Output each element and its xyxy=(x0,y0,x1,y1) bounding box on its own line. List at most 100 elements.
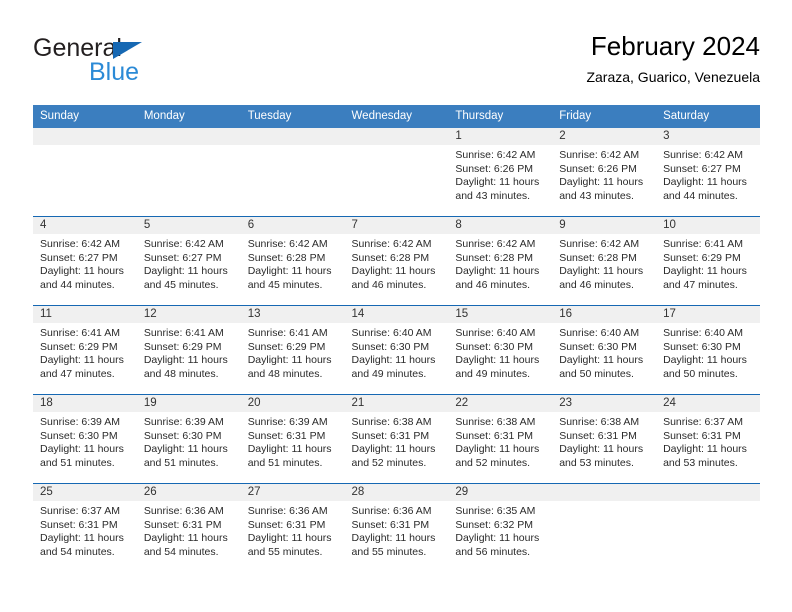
day-cell[interactable] xyxy=(552,483,657,572)
day-number xyxy=(656,484,760,501)
day-cell[interactable] xyxy=(240,128,345,217)
day-number xyxy=(33,128,137,145)
daylight-text-line1: Daylight: 11 hours xyxy=(455,532,540,545)
day-number: 19 xyxy=(136,395,241,412)
day-cell[interactable]: 29 Sunrise: 6:35 AM Sunset: 6:32 PM Dayligh… xyxy=(448,483,553,572)
sunset-text: Sunset: 6:29 PM xyxy=(143,340,222,353)
day-cell[interactable]: 9 Sunrise: 6:42 AM Sunset: 6:28 PM Daylight… xyxy=(552,216,657,306)
day-cell[interactable]: 6 Sunrise: 6:42 AM Sunset: 6:28 PM Daylight… xyxy=(240,216,345,306)
day-cell[interactable]: 26 Sunrise: 6:36 AM Sunset: 6:31 PM Dayligh… xyxy=(136,483,241,572)
day-cell[interactable]: 24 Sunrise: 6:37 AM Sunset: 6:31 PM Dayligh… xyxy=(656,394,760,484)
day-cell[interactable]: 3 Sunrise: 6:42 AM Sunset: 6:27 PM Daylight… xyxy=(656,128,760,217)
sunrise-text: Sunrise: 6:40 AM xyxy=(559,327,640,339)
daylight-text-line1: Daylight: 11 hours xyxy=(455,354,540,367)
day-number: 29 xyxy=(448,484,553,501)
sunset-text: Sunset: 6:27 PM xyxy=(40,251,118,264)
daylight-text-line1: Daylight: 11 hours xyxy=(40,354,124,367)
sunset-text: Sunset: 6:28 PM xyxy=(247,251,326,264)
day-cell[interactable]: 15 Sunrise: 6:40 AM Sunset: 6:30 PM Dayligh… xyxy=(448,305,553,395)
sunset-text: Sunset: 6:31 PM xyxy=(40,518,118,531)
day-cell[interactable]: 2 Sunrise: 6:42 AM Sunset: 6:26 PM Daylight… xyxy=(552,128,657,217)
daylight-text-line2: and 46 minutes. xyxy=(559,278,634,291)
daylight-text-line1: Daylight: 11 hours xyxy=(559,265,644,278)
day-cell[interactable]: 10 Sunrise: 6:41 AM Sunset: 6:29 PM Dayligh… xyxy=(656,216,760,306)
daylight-text-line2: and 44 minutes. xyxy=(663,189,738,202)
day-cell[interactable]: 27 Sunrise: 6:36 AM Sunset: 6:31 PM Dayligh… xyxy=(240,483,345,572)
sunset-text: Sunset: 6:29 PM xyxy=(247,340,326,353)
day-number: 28 xyxy=(344,484,449,501)
daylight-text-line1: Daylight: 11 hours xyxy=(247,443,332,456)
daylight-text-line2: and 54 minutes. xyxy=(143,545,219,558)
day-cell[interactable]: 19 Sunrise: 6:39 AM Sunset: 6:30 PM Dayligh… xyxy=(136,394,241,484)
general-blue-logo[interactable]: General Blue xyxy=(33,34,253,90)
sunset-text: Sunset: 6:26 PM xyxy=(455,162,534,175)
day-cell[interactable]: 22 Sunrise: 6:38 AM Sunset: 6:31 PM Dayligh… xyxy=(448,394,553,484)
sunset-text: Sunset: 6:31 PM xyxy=(143,518,222,531)
day-cell[interactable]: 4 Sunrise: 6:42 AM Sunset: 6:27 PM Daylight… xyxy=(33,216,137,306)
weekday-header-wednesday: Wednesday xyxy=(344,105,449,128)
sunrise-text: Sunrise: 6:40 AM xyxy=(663,327,744,339)
calendar-table: Sunday Monday Tuesday Wednesday Thursday… xyxy=(33,105,760,572)
day-number: 1 xyxy=(448,128,553,145)
day-number: 15 xyxy=(448,306,553,323)
day-cell[interactable]: 21 Sunrise: 6:38 AM Sunset: 6:31 PM Dayligh… xyxy=(344,394,449,484)
daylight-text-line1: Daylight: 11 hours xyxy=(247,354,332,367)
daylight-text-line2: and 51 minutes. xyxy=(40,456,115,469)
day-cell[interactable]: 25 Sunrise: 6:37 AM Sunset: 6:31 PM Dayligh… xyxy=(33,483,137,572)
week-row: 1 Sunrise: 6:42 AM Sunset: 6:26 PM Daylight… xyxy=(33,128,760,217)
daylight-text-line1: Daylight: 11 hours xyxy=(455,176,540,189)
daylight-text-line1: Daylight: 11 hours xyxy=(143,265,228,278)
day-cell[interactable]: 12 Sunrise: 6:41 AM Sunset: 6:29 PM Dayligh… xyxy=(136,305,241,395)
daylight-text-line2: and 52 minutes. xyxy=(455,456,531,469)
weekday-header-monday: Monday xyxy=(136,105,241,128)
daylight-text-line2: and 56 minutes. xyxy=(455,545,531,558)
day-cell[interactable]: 14 Sunrise: 6:40 AM Sunset: 6:30 PM Dayligh… xyxy=(344,305,449,395)
sunset-text: Sunset: 6:31 PM xyxy=(247,518,326,531)
day-cell[interactable]: 11 Sunrise: 6:41 AM Sunset: 6:29 PM Dayligh… xyxy=(33,305,137,395)
day-cell[interactable]: 1 Sunrise: 6:42 AM Sunset: 6:26 PM Daylight… xyxy=(448,128,553,217)
day-cell[interactable]: 17 Sunrise: 6:40 AM Sunset: 6:30 PM Dayligh… xyxy=(656,305,760,395)
day-number: 17 xyxy=(656,306,760,323)
day-cell[interactable]: 16 Sunrise: 6:40 AM Sunset: 6:30 PM Dayligh… xyxy=(552,305,657,395)
day-cell[interactable]: 28 Sunrise: 6:36 AM Sunset: 6:31 PM Dayligh… xyxy=(344,483,449,572)
sunrise-text: Sunrise: 6:42 AM xyxy=(455,149,536,161)
sunrise-text: Sunrise: 6:42 AM xyxy=(559,238,640,250)
daylight-text-line1: Daylight: 11 hours xyxy=(663,265,747,278)
sunset-text: Sunset: 6:29 PM xyxy=(663,251,741,264)
sunrise-text: Sunrise: 6:42 AM xyxy=(40,238,120,250)
sunrise-text: Sunrise: 6:37 AM xyxy=(40,505,120,517)
day-cell[interactable] xyxy=(344,128,449,217)
page-title: February 2024 xyxy=(590,31,760,61)
day-cell[interactable] xyxy=(33,128,137,217)
day-number: 8 xyxy=(448,217,553,234)
day-cell[interactable]: 18 Sunrise: 6:39 AM Sunset: 6:30 PM Dayligh… xyxy=(33,394,137,484)
daylight-text-line1: Daylight: 11 hours xyxy=(40,532,124,545)
weekday-header-tuesday: Tuesday xyxy=(240,105,345,128)
week-row: 11 Sunrise: 6:41 AM Sunset: 6:29 PM Dayligh… xyxy=(33,305,760,395)
sunrise-text: Sunrise: 6:41 AM xyxy=(143,327,224,339)
sunrise-text: Sunrise: 6:38 AM xyxy=(455,416,536,428)
day-cell[interactable]: 7 Sunrise: 6:42 AM Sunset: 6:28 PM Daylight… xyxy=(344,216,449,306)
day-number: 16 xyxy=(552,306,657,323)
sunrise-text: Sunrise: 6:42 AM xyxy=(351,238,432,250)
daylight-text-line1: Daylight: 11 hours xyxy=(351,354,436,367)
day-cell[interactable]: 13 Sunrise: 6:41 AM Sunset: 6:29 PM Dayligh… xyxy=(240,305,345,395)
daylight-text-line2: and 55 minutes. xyxy=(351,545,427,558)
daylight-text-line2: and 54 minutes. xyxy=(40,545,115,558)
day-number: 18 xyxy=(33,395,137,412)
week-row: 4 Sunrise: 6:42 AM Sunset: 6:27 PM Daylight… xyxy=(33,216,760,306)
day-cell[interactable]: 23 Sunrise: 6:38 AM Sunset: 6:31 PM Dayligh… xyxy=(552,394,657,484)
day-cell[interactable] xyxy=(136,128,241,217)
daylight-text-line1: Daylight: 11 hours xyxy=(143,532,228,545)
daylight-text-line2: and 55 minutes. xyxy=(247,545,323,558)
sunrise-text: Sunrise: 6:36 AM xyxy=(247,505,328,517)
daylight-text-line1: Daylight: 11 hours xyxy=(351,265,436,278)
day-cell[interactable] xyxy=(656,483,760,572)
day-cell[interactable]: 20 Sunrise: 6:39 AM Sunset: 6:31 PM Dayligh… xyxy=(240,394,345,484)
daylight-text-line2: and 50 minutes. xyxy=(559,367,634,380)
day-number: 20 xyxy=(240,395,345,412)
day-number: 27 xyxy=(240,484,345,501)
day-cell[interactable]: 8 Sunrise: 6:42 AM Sunset: 6:28 PM Daylight… xyxy=(448,216,553,306)
day-cell[interactable]: 5 Sunrise: 6:42 AM Sunset: 6:27 PM Daylight… xyxy=(136,216,241,306)
weekday-header-thursday: Thursday xyxy=(448,105,553,128)
